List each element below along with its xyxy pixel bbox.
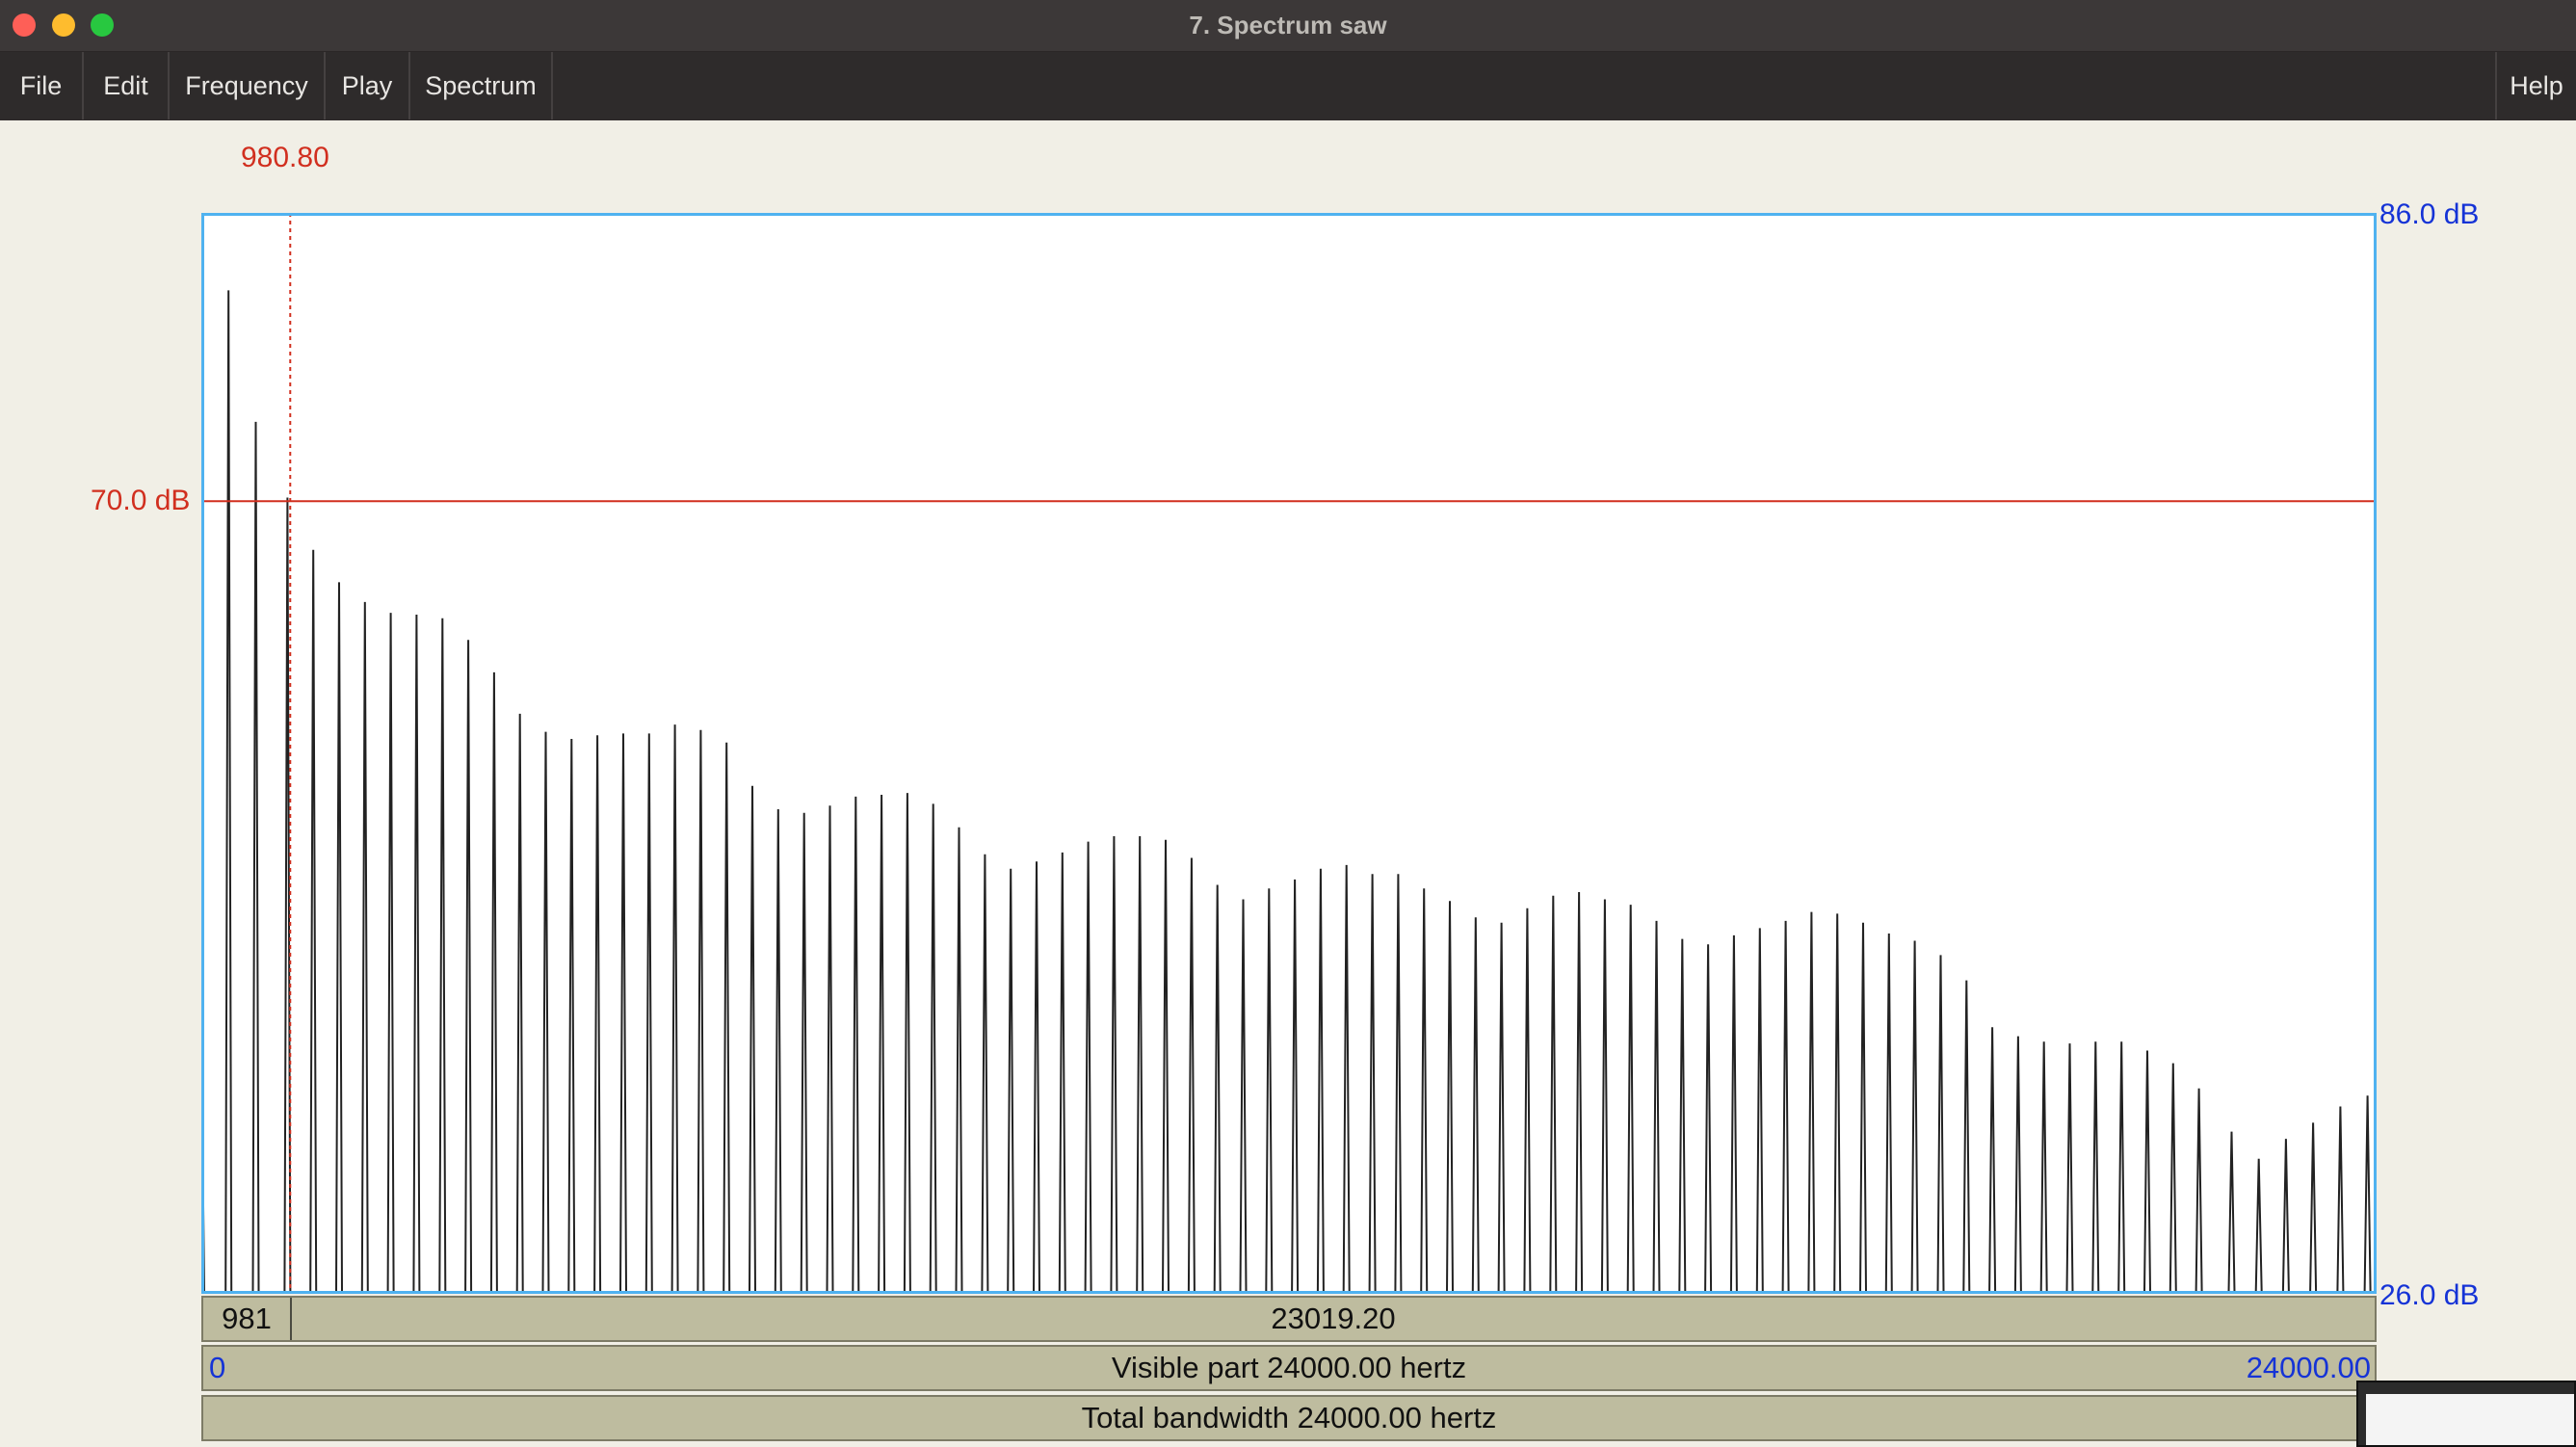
total-bandwidth-bar[interactable]: Total bandwidth 24000.00 hertz [201, 1395, 2377, 1441]
total-bandwidth-label: Total bandwidth 24000.00 hertz [1081, 1401, 1497, 1434]
title-bar: 7. Spectrum saw [0, 0, 2576, 52]
spectrum-curve [201, 290, 2377, 1293]
selection-left-cell[interactable]: 981 [203, 1298, 292, 1340]
spectrum-plot[interactable] [201, 213, 2377, 1294]
top-db-label: 86.0 dB [2379, 198, 2480, 230]
menu-help[interactable]: Help [2495, 52, 2576, 119]
frequency-axis-max-label: 24000.00 [2246, 1351, 2371, 1384]
spectrum-svg [201, 213, 2377, 1294]
menu-file[interactable]: File [0, 52, 84, 119]
menu-spectrum[interactable]: Spectrum [410, 52, 553, 119]
menu-bar: File Edit Frequency Play Spectrum Help [0, 52, 2576, 120]
visible-part-label: Visible part 24000.00 hertz [1111, 1351, 1467, 1384]
window-thumbnail[interactable] [2356, 1381, 2576, 1447]
selection-bar[interactable]: 981 23019.20 [201, 1296, 2377, 1342]
bottom-db-label: 26.0 dB [2379, 1279, 2480, 1311]
cursor-level-label: 70.0 dB [91, 485, 191, 516]
selection-right-cell[interactable]: 23019.20 [292, 1298, 2375, 1340]
menu-frequency[interactable]: Frequency [170, 52, 326, 119]
cursor-frequency-label: 980.80 [241, 142, 329, 173]
visible-part-bar[interactable]: 0 Visible part 24000.00 hertz 24000.00 [201, 1345, 2377, 1391]
menu-edit[interactable]: Edit [84, 52, 170, 119]
menu-play[interactable]: Play [326, 52, 410, 119]
window-title: 7. Spectrum saw [1189, 11, 1387, 39]
